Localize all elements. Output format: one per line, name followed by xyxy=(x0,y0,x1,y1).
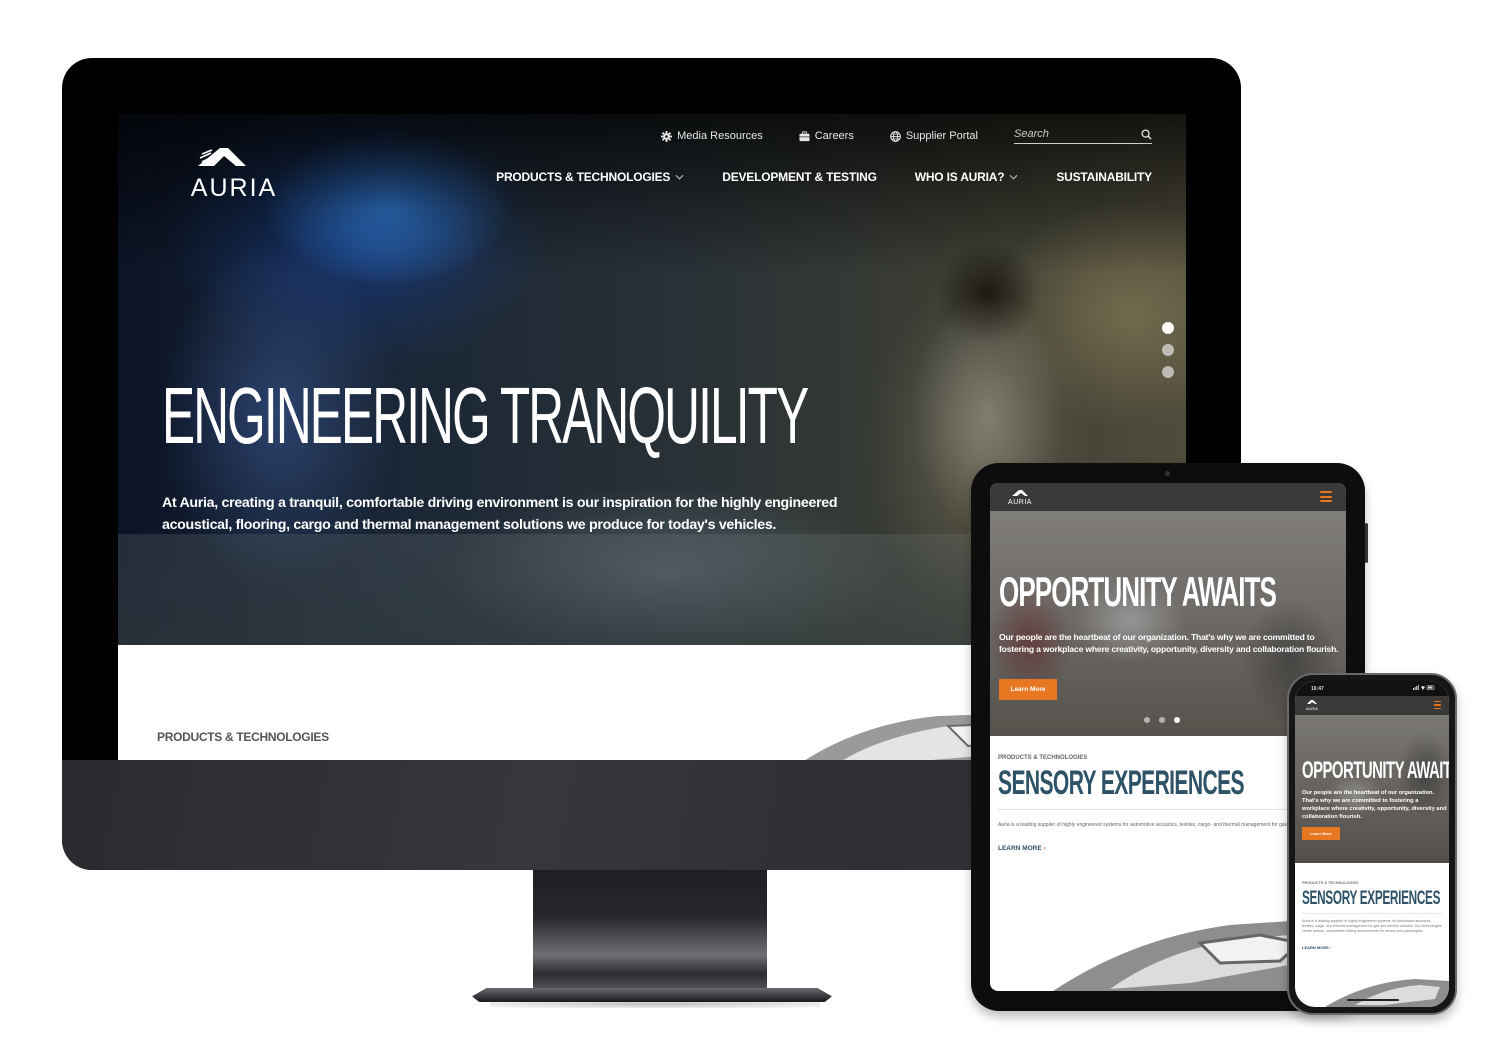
tablet-slider-dot-2[interactable] xyxy=(1159,717,1165,723)
tablet-learn-more-label: LEARN MORE xyxy=(998,845,1042,852)
phone-learn-more-link[interactable]: LEARN MORE › xyxy=(1302,945,1331,950)
phone-screen: 16:47 AURIA OPPORTUNITY AWAITS Our peopl… xyxy=(1295,681,1449,1007)
tablet-camera xyxy=(1165,471,1170,476)
nav-products-technologies-label: PRODUCTS & TECHNOLOGIES xyxy=(496,170,671,184)
supplier-portal-label: Supplier Portal xyxy=(905,130,978,142)
tablet-learn-more-button[interactable]: Learn More xyxy=(999,679,1057,700)
briefcase-icon xyxy=(799,130,810,141)
phone-hero-description: Our people are the heartbeat of our orga… xyxy=(1302,790,1447,820)
search-icon[interactable] xyxy=(1141,128,1152,140)
phone-hero-title: OPPORTUNITY AWAITS xyxy=(1302,757,1449,784)
hero-description: At Auria, creating a tranquil, comfortab… xyxy=(162,495,838,533)
nav-products-technologies[interactable]: PRODUCTS & TECHNOLOGIES xyxy=(496,170,684,184)
auria-logo[interactable]: AURIA xyxy=(162,144,306,202)
tablet-slider-dots xyxy=(1144,717,1180,723)
nav-sustainability-label: SUSTAINABILITY xyxy=(1056,170,1152,184)
phone-status-bar: 16:47 xyxy=(1295,681,1449,696)
utility-nav: Media Resources Careers Supplier Portal xyxy=(661,128,1152,144)
signal-wifi-battery-icon xyxy=(1413,685,1435,690)
phone-divider xyxy=(1302,913,1442,914)
media-resources-link[interactable]: Media Resources xyxy=(661,130,763,142)
tablet-hero-description: Our people are the heartbeat of our orga… xyxy=(999,632,1339,654)
phone-car-frame-illustration xyxy=(1325,979,1449,1007)
phone-hamburger-menu-icon[interactable] xyxy=(1434,701,1441,709)
slider-dot-1[interactable] xyxy=(1162,322,1174,334)
svg-text:AURIA: AURIA xyxy=(1306,706,1319,711)
phone-status-time: 16:47 xyxy=(1311,686,1324,692)
careers-link[interactable]: Careers xyxy=(799,130,854,142)
monitor-stand xyxy=(533,870,767,988)
phone-home-indicator xyxy=(1347,999,1399,1001)
phone-section-heading: SENSORY EXPERIENCES xyxy=(1302,888,1441,909)
nav-who-is-auria-label: WHO IS AURIA? xyxy=(914,170,1005,184)
slider-dot-3[interactable] xyxy=(1162,366,1174,378)
chevron-right-icon: › xyxy=(1043,845,1046,852)
nav-sustainability[interactable]: SUSTAINABILITY xyxy=(1056,170,1152,184)
careers-label: Careers xyxy=(814,130,854,142)
chevron-down-icon xyxy=(675,174,684,180)
tablet-section-label: PRODUCTS & TECHNOLOGIES xyxy=(998,755,1088,761)
tablet-learn-more-link[interactable]: LEARN MORE › xyxy=(998,845,1046,852)
tablet-hero-title: OPPORTUNITY AWAITS xyxy=(999,568,1277,615)
phone-notch xyxy=(1345,681,1399,691)
phone-learn-more-label: LEARN MORE xyxy=(1302,945,1329,950)
media-resources-label: Media Resources xyxy=(677,130,763,142)
nav-development-testing-label: DEVELOPMENT & TESTING xyxy=(722,170,877,184)
phone-hero: OPPORTUNITY AWAITS Our people are the he… xyxy=(1295,715,1449,863)
svg-text:AURIA: AURIA xyxy=(191,174,277,200)
tablet-divider xyxy=(998,809,1298,810)
main-nav: PRODUCTS & TECHNOLOGIES DEVELOPMENT & TE… xyxy=(496,170,1152,184)
section-label-products: PRODUCTS & TECHNOLOGIES xyxy=(157,730,329,744)
phone-section-body: Auria is a leading supplier of highly en… xyxy=(1302,919,1442,934)
monitor-shadow xyxy=(490,1000,820,1008)
hamburger-menu-icon[interactable] xyxy=(1320,491,1332,502)
globe-icon xyxy=(890,130,901,142)
tablet-slider-dot-3[interactable] xyxy=(1174,717,1180,723)
tablet-slider-dot-1[interactable] xyxy=(1144,717,1150,723)
nav-who-is-auria[interactable]: WHO IS AURIA? xyxy=(915,170,1019,184)
search-input[interactable] xyxy=(1014,128,1124,140)
search-box xyxy=(1014,128,1152,144)
svg-text:AURIA: AURIA xyxy=(1008,499,1032,506)
tablet-section-body: Auria is a leading supplier of highly en… xyxy=(998,822,1298,828)
chevron-down-icon xyxy=(1009,174,1018,180)
gear-icon xyxy=(661,130,673,142)
nav-development-testing[interactable]: DEVELOPMENT & TESTING xyxy=(722,170,877,184)
tablet-header: AURIA xyxy=(990,483,1346,511)
tablet-section-heading: SENSORY EXPERIENCES xyxy=(998,764,1245,802)
hero-title: ENGINEERING TRANQUILITY xyxy=(162,371,809,460)
phone-auria-logo[interactable]: AURIA xyxy=(1301,699,1323,711)
chevron-right-icon: › xyxy=(1330,945,1332,950)
phone-section-label: PRODUCTS & TECHNOLOGIES xyxy=(1302,881,1359,885)
phone-learn-more-button[interactable]: Learn More xyxy=(1302,827,1340,840)
hero-slider-dots xyxy=(1162,322,1174,378)
supplier-portal-link[interactable]: Supplier Portal xyxy=(890,130,978,142)
phone-device: 16:47 AURIA OPPORTUNITY AWAITS Our peopl… xyxy=(1287,673,1457,1015)
auria-logo-icon: AURIA xyxy=(191,148,277,202)
phone-header: AURIA xyxy=(1295,696,1449,715)
slider-dot-2[interactable] xyxy=(1162,344,1174,356)
tablet-auria-logo[interactable]: AURIA xyxy=(1000,488,1040,506)
